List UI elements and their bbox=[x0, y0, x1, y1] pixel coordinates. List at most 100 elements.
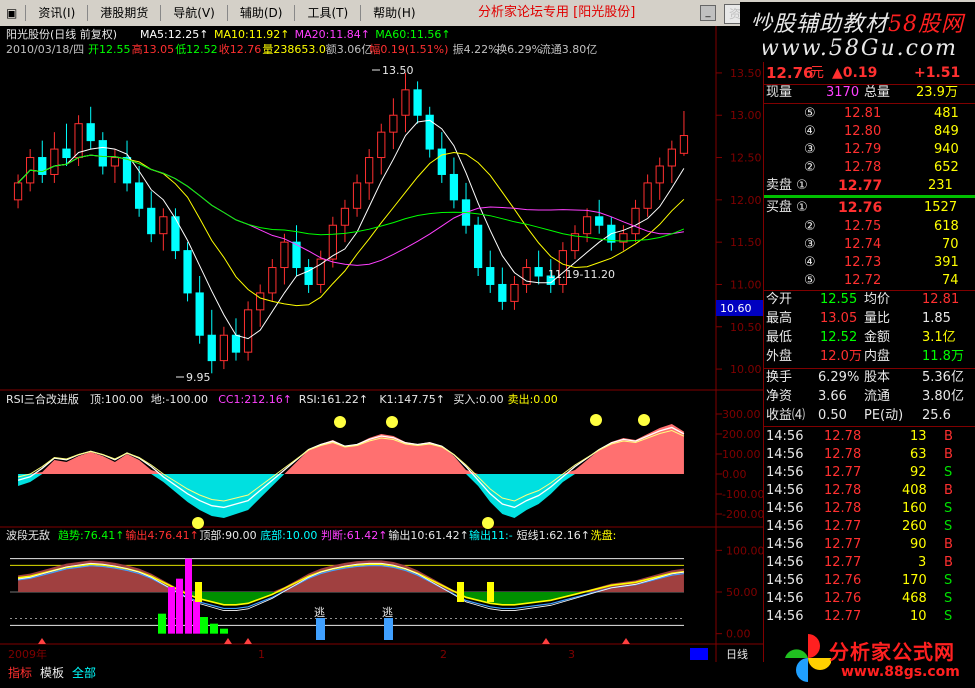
candle-up bbox=[268, 267, 277, 294]
buy-level: ⑤ bbox=[804, 273, 816, 288]
magenta-bar bbox=[193, 600, 200, 634]
tick-time: 14:56 bbox=[766, 501, 804, 516]
chart-area[interactable]: 阳光股份(日线 前复权) MA5:12.25↑ MA10:11.92↑ MA20:1… bbox=[0, 26, 765, 662]
legend-label: 卖出:0.00 bbox=[508, 392, 558, 406]
candle-up bbox=[365, 157, 374, 184]
tick-price: 12.78 bbox=[824, 501, 862, 516]
stat-label: 净资 bbox=[766, 389, 793, 404]
legend-label: 输出4:76.41↑ bbox=[125, 528, 198, 542]
menu-separator bbox=[87, 5, 89, 21]
price-tick-label: 12.00 bbox=[730, 194, 762, 207]
tab-template[interactable]: 模板 bbox=[40, 664, 64, 682]
divider bbox=[764, 103, 975, 104]
candle-up bbox=[219, 334, 229, 362]
legend-label: MA20:11.84↑ bbox=[295, 28, 370, 41]
legend-label: 流通3.80亿 bbox=[540, 42, 598, 56]
yellow-bar bbox=[457, 582, 464, 602]
tab-all[interactable]: 全部 bbox=[72, 664, 96, 682]
smiley-icon bbox=[386, 416, 398, 428]
sell-row: ④ 12.80 849 bbox=[764, 123, 975, 141]
legend-label: 顶:100.00 bbox=[90, 393, 143, 406]
period-label[interactable]: 日线 bbox=[726, 647, 748, 661]
tick-row: 14:56 12.77 260 S bbox=[764, 518, 975, 536]
x-label-2009: 2009年 bbox=[8, 647, 47, 661]
candle-up bbox=[667, 148, 676, 167]
tick-price: 12.76 bbox=[824, 573, 862, 588]
stat-value: 5.36亿 bbox=[922, 370, 964, 385]
price-marker: 10.60 bbox=[720, 302, 752, 315]
tab-indicator[interactable]: 指标 bbox=[8, 664, 32, 682]
sell-level: ③ bbox=[804, 142, 816, 157]
buy-price: 12.75 bbox=[844, 219, 882, 234]
price-tick-label: 11.00 bbox=[730, 278, 762, 291]
wave-labels: 趋势:76.41↑ 输出4:76.41↑ 顶部:90.00 底部:10.00 判断:61… bbox=[58, 528, 616, 542]
menu-item-hk-futures[interactable]: 港股期货 bbox=[90, 0, 158, 26]
tick-side: B bbox=[944, 429, 953, 444]
sell-volume: 652 bbox=[934, 160, 959, 175]
stat-value: 3.80亿 bbox=[922, 389, 964, 404]
sell-price: 12.81 bbox=[844, 106, 882, 121]
stat-value: 3.66 bbox=[818, 389, 847, 404]
tick-volume: 170 bbox=[902, 573, 927, 588]
candle-down bbox=[122, 157, 132, 184]
quote-panel: 12.76 元 ▲0.19 +1.51 现量 3170 总量 23.9万 ⑤ 12… bbox=[763, 62, 975, 662]
legend-label: MA10:11.92↑ bbox=[214, 28, 289, 41]
menu-item-news[interactable]: 资讯(I) bbox=[28, 0, 85, 26]
candle-down bbox=[171, 216, 180, 252]
ma-labels: MA5:12.25↑ MA10:11.92↑ MA20:11.84↑ MA60:11.… bbox=[140, 28, 451, 41]
escape-label: 逃 bbox=[382, 606, 393, 619]
legend-label: 洗盘: bbox=[591, 528, 617, 542]
menu-separator bbox=[25, 5, 27, 21]
candle-down bbox=[498, 283, 507, 302]
legend-label: 顶部:90.00 bbox=[199, 528, 256, 542]
minimize-icon[interactable]: _ bbox=[700, 5, 716, 21]
sell1-label: 卖盘 ① bbox=[766, 178, 808, 193]
legend-label: 高13.05 bbox=[132, 42, 175, 56]
green-bar bbox=[158, 613, 166, 634]
sell1-vol: 231 bbox=[928, 178, 953, 193]
candle-up bbox=[631, 207, 640, 235]
tick-side: S bbox=[944, 591, 953, 606]
wave-tick-label: 0.00 bbox=[726, 628, 751, 641]
escape-bar bbox=[384, 618, 393, 640]
price-tick-label: 10.00 bbox=[730, 363, 762, 376]
app-menu-icon[interactable]: ▣ bbox=[0, 0, 23, 26]
buy-level: ③ bbox=[804, 237, 816, 252]
pinwheel-icon bbox=[785, 634, 831, 682]
tick-time: 14:56 bbox=[766, 555, 804, 570]
logo-88gs: 分析家公式网 www.88gs.com bbox=[785, 630, 975, 688]
candle-down bbox=[207, 334, 216, 362]
wave-tick-label: 50.00 bbox=[726, 586, 758, 599]
stat-label: 均价 bbox=[864, 292, 891, 307]
tick-side: S bbox=[944, 501, 953, 516]
stat-value: 1.85 bbox=[922, 311, 951, 326]
stat-value: 13.05 bbox=[820, 311, 858, 326]
candle-down bbox=[449, 173, 459, 201]
menu-item-help[interactable]: 帮助(H) bbox=[363, 0, 425, 26]
buy-level: ④ bbox=[804, 255, 816, 270]
chart-svg[interactable]: 阳光股份(日线 前复权) MA5:12.25↑ MA10:11.92↑ MA20:1… bbox=[0, 26, 765, 662]
menu-item-assist[interactable]: 辅助(D) bbox=[230, 0, 293, 26]
candle-up bbox=[389, 114, 398, 133]
legend-label: 额3.06亿 bbox=[326, 43, 373, 56]
buy-price: 12.74 bbox=[844, 237, 882, 252]
candle-up bbox=[50, 148, 59, 175]
stat-label: 最低 bbox=[766, 330, 793, 345]
sell-price: 12.78 bbox=[844, 160, 882, 175]
legend-label: 收12.76 bbox=[219, 42, 261, 56]
wave-tick-label: 100.00 bbox=[726, 544, 763, 557]
menu-item-tools[interactable]: 工具(T) bbox=[297, 0, 358, 26]
tick-side: S bbox=[944, 609, 953, 624]
menu-item-navigate[interactable]: 导航(V) bbox=[163, 0, 225, 26]
stat-value: 12.52 bbox=[820, 330, 858, 345]
legend-label: 振4.22% bbox=[453, 42, 499, 56]
candle-up bbox=[643, 182, 652, 209]
scroll-button[interactable] bbox=[690, 648, 708, 660]
candle-up bbox=[110, 157, 120, 167]
candle-up bbox=[243, 309, 253, 353]
rsi-tick-label: -100.00 bbox=[722, 488, 763, 501]
candle-up bbox=[655, 165, 664, 184]
sell-row: ③ 12.79 940 bbox=[764, 141, 975, 159]
yellow-bar bbox=[195, 582, 202, 602]
stat-row: 收益⑷ 0.50 PE(动) 25.6 bbox=[764, 407, 975, 425]
